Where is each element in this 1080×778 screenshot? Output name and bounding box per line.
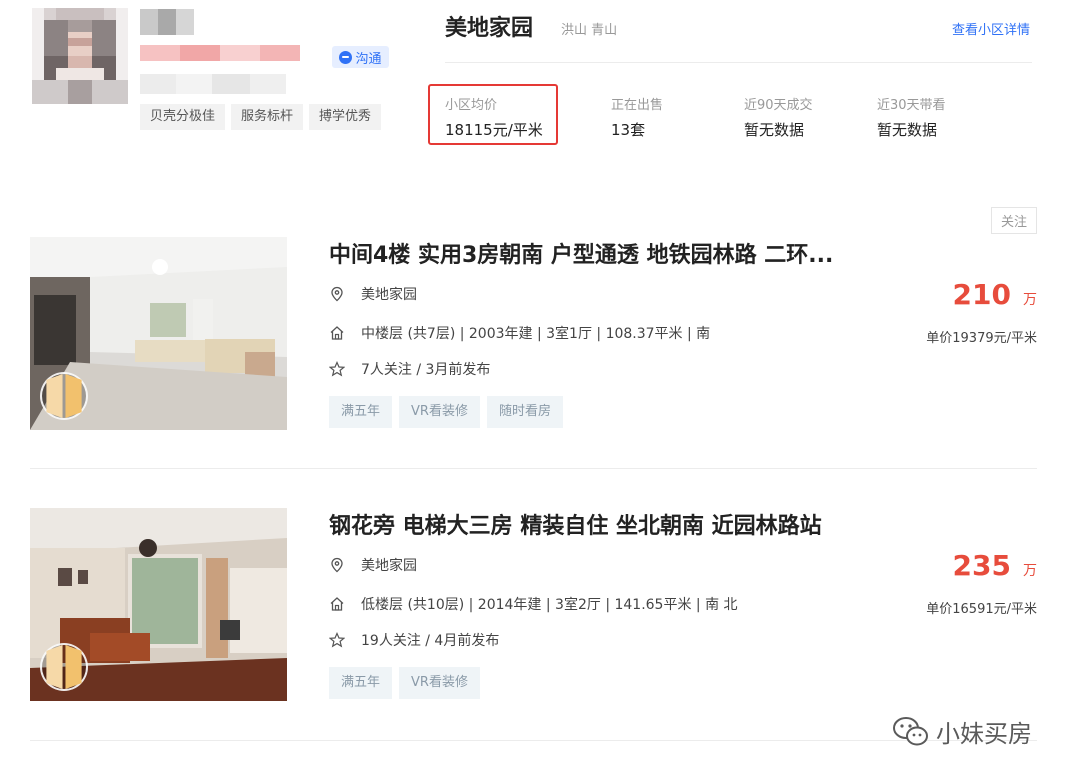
follow-button[interactable]: 关注 bbox=[991, 207, 1037, 234]
listing-follow-row: 19人关注 / 4月前发布 bbox=[329, 630, 499, 650]
stat-label: 近90天成交 bbox=[744, 98, 813, 113]
location-pin-icon bbox=[331, 286, 343, 302]
community-name[interactable]: 美地家园 bbox=[445, 10, 533, 42]
listing-tag: 满五年 bbox=[329, 396, 393, 428]
watermark: 小妹买房 bbox=[892, 714, 1032, 749]
listing-tag: 满五年 bbox=[329, 667, 393, 699]
house-icon bbox=[330, 597, 344, 611]
listing-price: 210 万 bbox=[953, 278, 1037, 311]
vr-icon[interactable] bbox=[40, 372, 88, 420]
listing-thumbnail[interactable] bbox=[30, 508, 287, 701]
agent-tags: 贝壳分极佳 服务标杆 搏学优秀 bbox=[140, 104, 382, 130]
divider bbox=[30, 740, 1037, 741]
agent-info-blurred bbox=[140, 45, 300, 61]
listing-community-row: 美地家园 bbox=[329, 555, 417, 575]
listing-price: 235 万 bbox=[953, 549, 1037, 582]
listing-tag: 随时看房 bbox=[486, 396, 563, 428]
listing-item: 中间4楼 实用3房朝南 户型通透 地铁园林路 二环... 美地家园 中楼层 (共… bbox=[0, 237, 1080, 431]
stat-value: 暂无数据 bbox=[744, 121, 805, 139]
community-location: 洪山 青山 bbox=[561, 23, 618, 38]
agent-tag: 搏学优秀 bbox=[309, 104, 382, 130]
stat-label: 正在出售 bbox=[611, 98, 664, 113]
watermark-text: 小妹买房 bbox=[936, 720, 1032, 748]
agent-subinfo-blurred bbox=[140, 74, 286, 94]
chat-button-label: 沟通 bbox=[355, 51, 382, 67]
stat-value: 暂无数据 bbox=[877, 121, 938, 139]
listing-community[interactable]: 美地家园 bbox=[361, 284, 417, 304]
listing-follow-row: 7人关注 / 3月前发布 bbox=[329, 359, 490, 379]
stat-value: 18115元/平米 bbox=[445, 121, 543, 139]
house-icon bbox=[330, 326, 344, 340]
star-icon bbox=[329, 632, 345, 648]
stat-label: 近30天带看 bbox=[877, 98, 946, 113]
listing-info: 中楼层 (共7层) | 2003年建 | 3室1厅 | 108.37平米 | 南 bbox=[361, 326, 711, 342]
agent-name-blurred bbox=[140, 9, 194, 35]
wechat-icon bbox=[893, 716, 928, 745]
listing-tags: 满五年 VR看装修 bbox=[329, 667, 480, 699]
divider bbox=[445, 62, 1032, 63]
listing-price-unit: 万 bbox=[1023, 292, 1037, 308]
community-detail-link[interactable]: 查看小区详情 bbox=[952, 19, 1030, 38]
listing-follow-info: 7人关注 / 3月前发布 bbox=[361, 362, 491, 378]
agent-tag: 贝壳分极佳 bbox=[140, 104, 226, 130]
stat-90day-deals: 近90天成交 暂无数据 bbox=[744, 94, 813, 140]
vr-icon[interactable] bbox=[40, 643, 88, 691]
listing-info: 低楼层 (共10层) | 2014年建 | 3室2厅 | 141.65平米 | … bbox=[361, 597, 738, 613]
listing-follow-info: 19人关注 / 4月前发布 bbox=[361, 633, 500, 649]
listing-community-row: 美地家园 bbox=[329, 284, 417, 304]
listing-community[interactable]: 美地家园 bbox=[361, 555, 417, 575]
listing-title[interactable]: 钢花旁 电梯大三房 精装自住 坐北朝南 近园林路站 bbox=[329, 508, 822, 540]
listing-title[interactable]: 中间4楼 实用3房朝南 户型通透 地铁园林路 二环... bbox=[329, 237, 833, 269]
listing-price-unit: 万 bbox=[1023, 563, 1037, 579]
divider bbox=[30, 468, 1037, 469]
chat-bubble-icon bbox=[339, 50, 353, 64]
listing-info-row: 中楼层 (共7层) | 2003年建 | 3室1厅 | 108.37平米 | 南 bbox=[329, 323, 710, 343]
listing-price-value: 235 bbox=[952, 549, 1011, 582]
listing-tag: VR看装修 bbox=[399, 396, 480, 428]
stat-on-sale: 正在出售 13套 bbox=[611, 94, 663, 140]
listing-unit-price: 单价16591元/平米 bbox=[926, 602, 1037, 617]
location-pin-icon bbox=[331, 557, 343, 573]
stat-value: 13套 bbox=[611, 121, 646, 139]
listing-tags: 满五年 VR看装修 随时看房 bbox=[329, 396, 563, 428]
star-icon bbox=[329, 361, 345, 377]
agent-avatar[interactable] bbox=[32, 8, 128, 104]
listing-unit-price: 单价19379元/平米 bbox=[926, 331, 1037, 346]
stat-30day-viewings: 近30天带看 暂无数据 bbox=[877, 94, 946, 140]
listing-price-value: 210 bbox=[952, 278, 1011, 311]
listing-tag: VR看装修 bbox=[399, 667, 480, 699]
stat-label: 小区均价 bbox=[445, 98, 498, 113]
listing-item: 钢花旁 电梯大三房 精装自住 坐北朝南 近园林路站 美地家园 低楼层 (共10层… bbox=[0, 508, 1080, 702]
agent-tag: 服务标杆 bbox=[231, 104, 304, 130]
listing-info-row: 低楼层 (共10层) | 2014年建 | 3室2厅 | 141.65平米 | … bbox=[329, 594, 738, 614]
listing-thumbnail[interactable] bbox=[30, 237, 287, 430]
stat-avg-price: 小区均价 18115元/平米 bbox=[445, 94, 543, 140]
chat-button[interactable]: 沟通 bbox=[332, 46, 389, 68]
